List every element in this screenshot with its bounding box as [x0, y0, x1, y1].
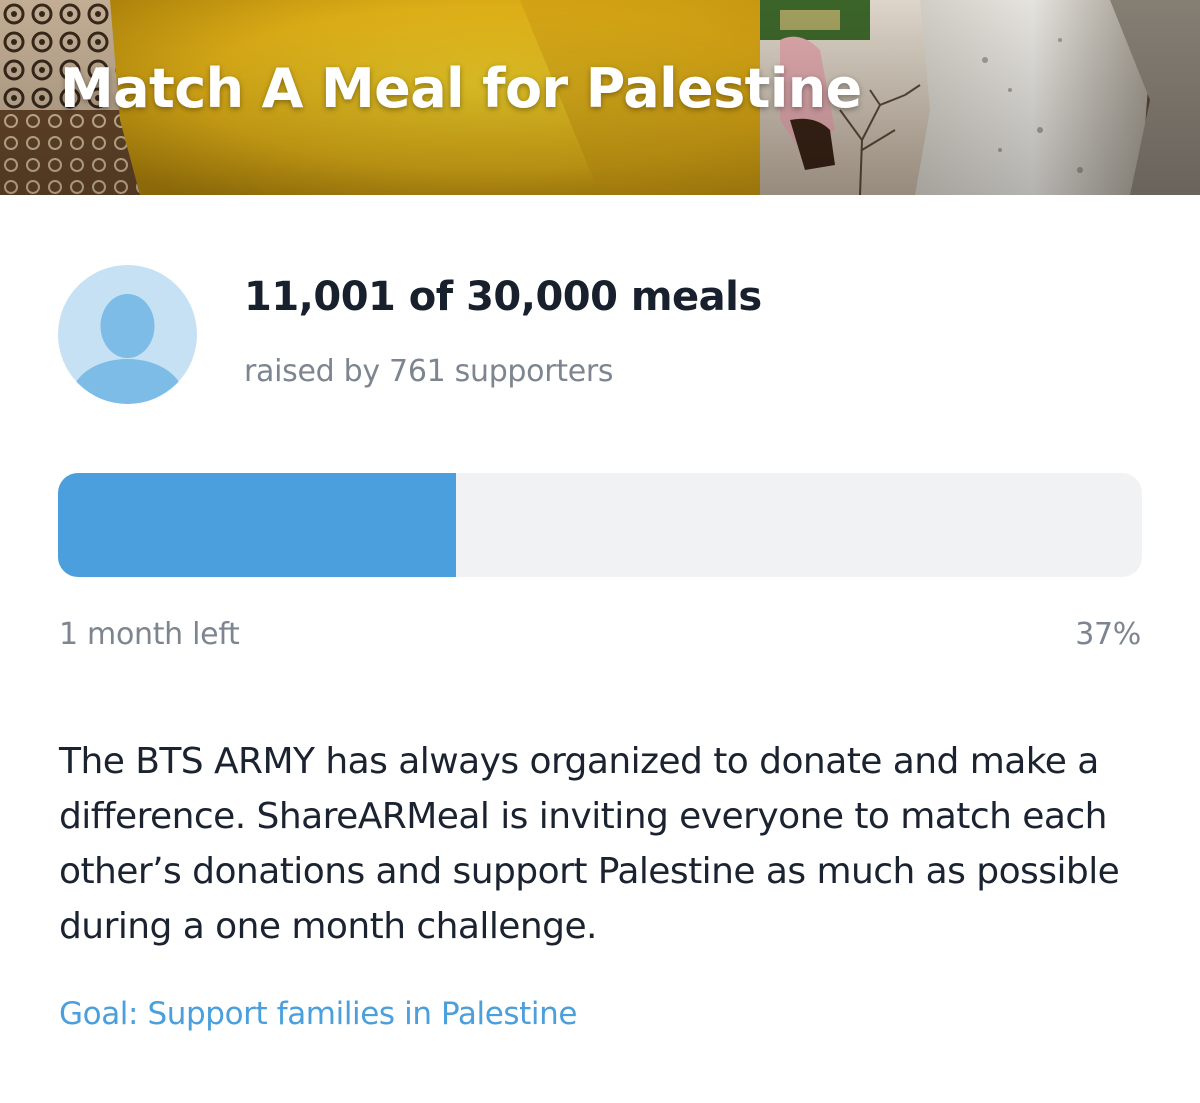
campaign-banner: Match A Meal for Palestine	[0, 0, 1200, 195]
avatar	[58, 265, 197, 404]
campaign-page: Match A Meal for Palestine 11,001 of 30,…	[0, 0, 1200, 1103]
meals-raised-count: 11,001 of 30,000 meals	[244, 274, 762, 320]
progress-percent: 37%	[1075, 617, 1141, 652]
supporters-count: raised by 761 supporters	[244, 354, 614, 389]
campaign-title: Match A Meal for Palestine	[60, 57, 862, 120]
time-remaining: 1 month left	[59, 617, 240, 652]
progress-bar-fill	[58, 473, 456, 577]
progress-bar	[58, 473, 1142, 577]
goal-link[interactable]: Goal: Support families in Palestine	[59, 996, 577, 1033]
user-placeholder-icon	[71, 294, 184, 404]
campaign-description: The BTS ARMY has always organized to don…	[59, 741, 1120, 947]
